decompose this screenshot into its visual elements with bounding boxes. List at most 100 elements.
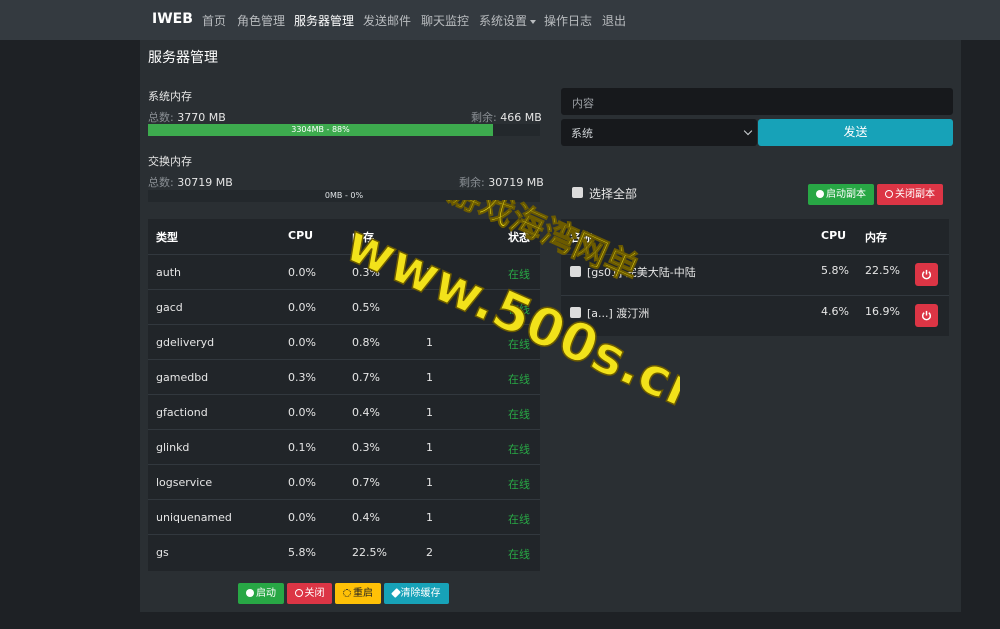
restart-button[interactable]: 重启 bbox=[335, 583, 381, 604]
clear-cache-button[interactable]: 清除缓存 bbox=[384, 583, 449, 604]
select-all-checkbox[interactable] bbox=[572, 187, 583, 198]
table-row: gdeliveryd 0.0% 0.8% 1 在线 bbox=[148, 324, 540, 359]
send-button[interactable]: 发送 bbox=[758, 119, 953, 146]
chevron-down-icon bbox=[743, 126, 753, 136]
col-cpu: CPU bbox=[288, 229, 314, 242]
instance-name: [gs01] 完美大陆-中陆 bbox=[587, 266, 696, 279]
process-memory: 0.4% bbox=[352, 406, 380, 419]
process-count: 1 bbox=[426, 406, 433, 419]
nav-logs[interactable]: 操作日志 bbox=[544, 12, 592, 29]
memory-remain-label: 剩余: bbox=[471, 111, 497, 124]
col-instance-memory: 内存 bbox=[865, 231, 887, 244]
col-type: 类型 bbox=[156, 231, 178, 244]
process-status: 在线 bbox=[508, 373, 530, 386]
process-cpu: 0.0% bbox=[288, 336, 316, 349]
stop-button[interactable]: 关闭 bbox=[287, 583, 332, 604]
memory-remain: 剩余: 466 MB bbox=[471, 109, 542, 125]
process-type: gfactiond bbox=[156, 406, 208, 419]
instance-cpu: 4.6% bbox=[821, 305, 849, 318]
clear-cache-button-label: 清除缓存 bbox=[400, 588, 441, 599]
start-button[interactable]: 启动 bbox=[238, 583, 284, 604]
process-count: 1 bbox=[426, 266, 433, 279]
process-table: 类型 CPU 内存 状态 auth 0.0% 0.3% 1 在线 gacd 0.0% 0.5%… bbox=[148, 219, 540, 571]
process-status: 在线 bbox=[508, 408, 530, 421]
table-row: glinkd 0.1% 0.3% 1 在线 bbox=[148, 429, 540, 464]
process-memory: 0.3% bbox=[352, 441, 380, 454]
col-status: 状态 bbox=[508, 231, 530, 244]
brand[interactable]: IWEB bbox=[152, 11, 193, 27]
nav-home[interactable]: 首页 bbox=[202, 12, 226, 29]
process-type: gs bbox=[156, 546, 169, 559]
restart-button-label: 重启 bbox=[353, 588, 373, 599]
table-row: gacd 0.0% 0.5% 在线 bbox=[148, 289, 540, 324]
brush-icon bbox=[390, 588, 401, 598]
process-cpu: 0.0% bbox=[288, 406, 316, 419]
start-instance-button[interactable]: 启动副本 bbox=[808, 184, 874, 205]
page-title: 服务器管理 bbox=[148, 50, 218, 66]
content-input[interactable]: 内容 bbox=[561, 88, 953, 115]
process-status: 在线 bbox=[508, 303, 530, 316]
nav-servers[interactable]: 服务器管理 bbox=[294, 12, 354, 29]
process-memory: 0.7% bbox=[352, 371, 380, 384]
instance-row: [a...] 渡汀洲 4.6% 16.9% bbox=[561, 295, 949, 336]
swap-progress: 0MB - 0% bbox=[148, 190, 540, 202]
stop-button-label: 关闭 bbox=[304, 588, 325, 599]
process-type: gacd bbox=[156, 301, 183, 314]
start-instance-label: 启动副本 bbox=[826, 189, 866, 200]
play-icon bbox=[816, 190, 824, 198]
memory-remain-value: 466 MB bbox=[500, 111, 542, 124]
stop-instance-button[interactable]: 关闭副本 bbox=[877, 184, 943, 205]
process-memory: 0.4% bbox=[352, 511, 380, 524]
col-instance-cpu: CPU bbox=[821, 229, 847, 242]
stop-instance-label: 关闭副本 bbox=[895, 189, 935, 200]
process-count: 1 bbox=[426, 371, 433, 384]
table-row: gamedbd 0.3% 0.7% 1 在线 bbox=[148, 359, 540, 394]
nav-chat[interactable]: 聊天监控 bbox=[421, 12, 469, 29]
swap-remain-label: 剩余: bbox=[459, 176, 485, 189]
power-icon bbox=[921, 269, 932, 280]
process-count: 1 bbox=[426, 441, 433, 454]
nav-mail[interactable]: 发送邮件 bbox=[363, 12, 411, 29]
memory-total: 总数: 3770 MB bbox=[148, 109, 226, 125]
process-cpu: 0.1% bbox=[288, 441, 316, 454]
process-count: 1 bbox=[426, 476, 433, 489]
power-icon bbox=[921, 310, 932, 321]
process-type: gamedbd bbox=[156, 371, 209, 384]
instance-checkbox[interactable] bbox=[570, 266, 581, 277]
process-type: uniquenamed bbox=[156, 511, 232, 524]
select-all-label: 选择全部 bbox=[589, 187, 638, 201]
process-memory: 0.8% bbox=[352, 336, 380, 349]
process-status: 在线 bbox=[508, 478, 530, 491]
process-cpu: 0.0% bbox=[288, 511, 316, 524]
process-memory: 0.3% bbox=[352, 266, 380, 279]
start-button-label: 启动 bbox=[256, 588, 276, 599]
swap-label: 交换内存 bbox=[148, 155, 192, 168]
power-icon bbox=[294, 589, 303, 597]
instance-power-button[interactable] bbox=[915, 263, 938, 286]
nav-roles[interactable]: 角色管理 bbox=[237, 12, 285, 29]
table-row: gs 5.8% 22.5% 2 在线 bbox=[148, 534, 540, 569]
col-name: 名称 bbox=[570, 231, 592, 244]
nav-settings-label: 系统设置 bbox=[479, 14, 528, 28]
memory-total-value: 3770 MB bbox=[177, 111, 226, 124]
process-type: auth bbox=[156, 266, 181, 279]
memory-total-label: 总数: bbox=[148, 111, 174, 124]
table-row: logservice 0.0% 0.7% 1 在线 bbox=[148, 464, 540, 499]
swap-total: 总数: 30719 MB bbox=[148, 174, 233, 190]
memory-progress: 3304MB - 88% bbox=[148, 124, 540, 136]
instance-power-button[interactable] bbox=[915, 304, 938, 327]
memory-progress-text: 3304MB - 88% bbox=[291, 125, 350, 134]
chevron-down-icon bbox=[530, 19, 537, 24]
instance-checkbox[interactable] bbox=[570, 307, 581, 318]
channel-select[interactable]: 系统 bbox=[561, 119, 757, 146]
nav-settings[interactable]: 系统设置 bbox=[479, 12, 537, 29]
table-row: auth 0.0% 0.3% 1 在线 bbox=[148, 254, 540, 289]
nav-logout[interactable]: 退出 bbox=[602, 12, 626, 29]
process-type: gdeliveryd bbox=[156, 336, 215, 349]
process-type: logservice bbox=[156, 476, 213, 489]
process-status: 在线 bbox=[508, 268, 530, 281]
process-cpu: 0.0% bbox=[288, 301, 316, 314]
spinner-icon bbox=[343, 589, 351, 597]
navbar: IWEB 首页 角色管理 服务器管理 发送邮件 聊天监控 系统设置 操作日志 退… bbox=[0, 0, 1000, 40]
process-type: glinkd bbox=[156, 441, 190, 454]
